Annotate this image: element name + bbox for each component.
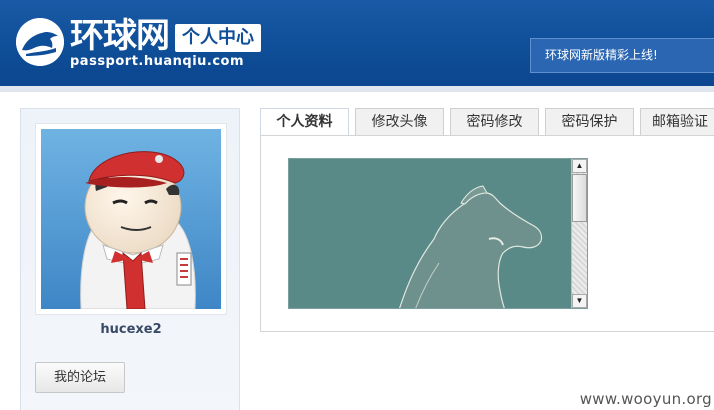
tab-security[interactable]: 密码保护	[545, 108, 634, 136]
site-domain: passport.huanqiu.com	[70, 54, 245, 69]
profile-sidebar: hucexe2 我的论坛	[20, 108, 240, 410]
brand-title[interactable]: 环球网	[70, 16, 170, 56]
tab-email[interactable]: 邮箱验证	[640, 108, 714, 136]
horse-logo-icon[interactable]	[16, 18, 64, 66]
vertical-scrollbar[interactable]: ▲ ▼	[571, 159, 587, 308]
embedded-frame[interactable]: ▲ ▼	[288, 158, 588, 309]
watermark-text: www.wooyun.org	[579, 390, 712, 408]
header-bar: 环球网 个人中心 passport.huanqiu.com 环球网新版精彩上线!	[0, 0, 714, 86]
avatar-frame	[35, 123, 227, 315]
scroll-up-icon[interactable]: ▲	[572, 159, 587, 173]
avatar[interactable]	[41, 129, 221, 309]
horse-head-image	[289, 159, 573, 308]
tab-avatar[interactable]: 修改头像	[355, 108, 444, 136]
tab-profile[interactable]: 个人资料	[260, 108, 349, 137]
scroll-down-icon[interactable]: ▼	[572, 294, 587, 308]
tab-password[interactable]: 密码修改	[450, 108, 539, 136]
new-version-link[interactable]: 环球网新版精彩上线!	[530, 38, 714, 73]
scroll-thumb[interactable]	[572, 174, 587, 222]
header-divider	[0, 86, 714, 92]
username: hucexe2	[100, 322, 162, 337]
my-forum-button[interactable]: 我的论坛	[35, 362, 125, 393]
user-center-badge: 个人中心	[175, 24, 261, 52]
